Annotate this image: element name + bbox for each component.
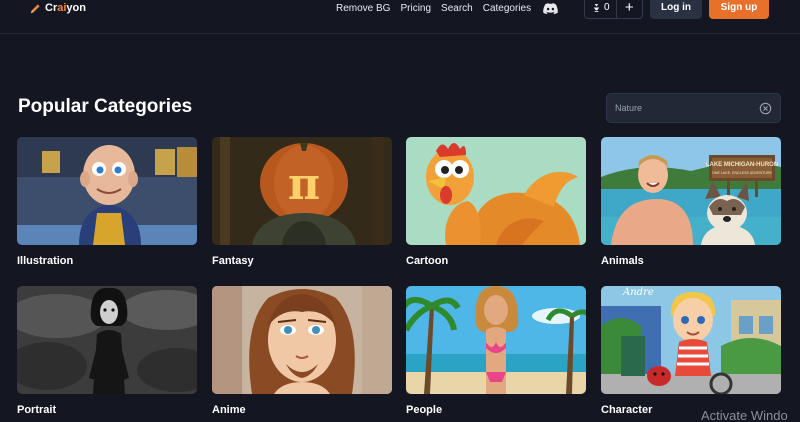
- page-title: Popular Categories: [18, 96, 193, 117]
- pi-symbol: π: [288, 159, 320, 210]
- script-text: Andre: [622, 287, 654, 298]
- category-thumbnail: LAKE MICHIGAN-HURON ONE LAKE, ENDLESS AD…: [601, 137, 781, 245]
- category-label: Animals: [601, 255, 644, 267]
- pencil-icon: [30, 3, 40, 13]
- credits-count[interactable]: 0: [585, 0, 617, 18]
- category-thumbnail: [212, 286, 392, 394]
- category-label: People: [406, 404, 443, 416]
- os-activation-watermark: Activate Windo: [701, 408, 788, 422]
- nav-categories[interactable]: Categories: [483, 3, 531, 14]
- category-card-anime[interactable]: Anime: [212, 286, 392, 416]
- sign-text-line1: LAKE MICHIGAN-HURON: [706, 162, 778, 168]
- category-label: Portrait: [17, 404, 57, 416]
- main-nav: Remove BG Pricing Search Categories: [336, 0, 558, 16]
- cartoon-image: [406, 137, 586, 245]
- brand-logo[interactable]: Craiyon: [30, 0, 86, 16]
- clear-search-icon[interactable]: [759, 102, 772, 115]
- illustration-image: [17, 137, 197, 245]
- portrait-image: [17, 286, 197, 394]
- category-thumbnail: Andre: [601, 286, 781, 394]
- search-input[interactable]: [607, 94, 757, 122]
- sign-text-line2: ONE LAKE, ENDLESS ADVENTURE: [712, 171, 772, 175]
- credit-coin-icon: [593, 3, 600, 12]
- brand-name: Craiyon: [45, 2, 86, 14]
- login-button[interactable]: Log in: [650, 0, 702, 19]
- add-credits-button[interactable]: +: [617, 0, 642, 15]
- category-thumbnail: [17, 286, 197, 394]
- character-image: Andre: [601, 286, 781, 394]
- fantasy-image: π: [212, 137, 392, 245]
- credits-value: 0: [604, 2, 610, 13]
- category-label: Anime: [212, 404, 246, 416]
- top-bar: Craiyon Remove BG Pricing Search Categor…: [0, 0, 800, 34]
- people-image: [406, 286, 586, 394]
- anime-image: [212, 286, 392, 394]
- animals-image: LAKE MICHIGAN-HURON ONE LAKE, ENDLESS AD…: [601, 137, 781, 245]
- category-card-people[interactable]: People: [406, 286, 586, 416]
- nav-search[interactable]: Search: [441, 3, 473, 14]
- category-search: [606, 93, 781, 123]
- category-card-character[interactable]: Andre Character: [601, 286, 781, 416]
- discord-icon[interactable]: [543, 2, 558, 14]
- category-label: Fantasy: [212, 255, 254, 267]
- category-thumbnail: π: [212, 137, 392, 245]
- category-card-illustration[interactable]: Illustration: [17, 137, 197, 267]
- category-thumbnail: [17, 137, 197, 245]
- credits-widget: 0 +: [584, 0, 643, 19]
- signup-button[interactable]: Sign up: [709, 0, 769, 19]
- nav-remove-bg[interactable]: Remove BG: [336, 3, 390, 14]
- category-label: Illustration: [17, 255, 74, 267]
- category-card-cartoon[interactable]: Cartoon: [406, 137, 586, 267]
- category-thumbnail: [406, 286, 586, 394]
- category-card-portrait[interactable]: Portrait: [17, 286, 197, 416]
- category-card-animals[interactable]: LAKE MICHIGAN-HURON ONE LAKE, ENDLESS AD…: [601, 137, 781, 267]
- category-thumbnail: [406, 137, 586, 245]
- category-label: Cartoon: [406, 255, 449, 267]
- nav-pricing[interactable]: Pricing: [400, 3, 431, 14]
- category-card-fantasy[interactable]: π Fantasy: [212, 137, 392, 267]
